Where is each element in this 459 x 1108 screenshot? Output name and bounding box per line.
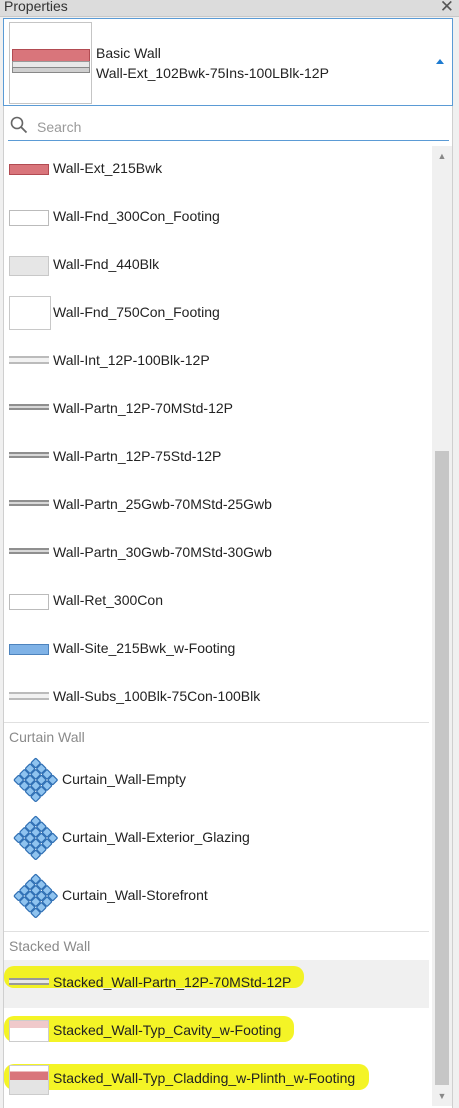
list-item[interactable]: Curtain_Wall-Storefront	[4, 867, 429, 925]
list-item-label: Curtain_Wall-Empty	[62, 771, 186, 787]
group-header-label: Stacked Wall	[9, 938, 91, 954]
list-item-label: Wall-Site_215Bwk_w-Footing	[53, 640, 236, 656]
list-item[interactable]: Wall-Partn_25Gwb-70MStd-25Gwb	[4, 482, 429, 530]
list-item-label: Wall-Int_12P-100Blk-12P	[53, 352, 210, 368]
list-item-label: Wall-Subs_100Blk-75Con-100Blk	[53, 688, 261, 704]
wall-type-swatch-icon	[9, 594, 49, 610]
list-item[interactable]: Wall-Partn_12P-70MStd-12P	[4, 386, 429, 434]
curtain-wall-icon	[12, 757, 58, 808]
wall-type-swatch-icon	[9, 500, 49, 506]
list-item-label: Curtain_Wall-Storefront	[62, 887, 208, 903]
list-item[interactable]: Stacked_Wall-Typ_Cladding_w-Plinth_w-Foo…	[4, 1056, 429, 1104]
type-name-label: Wall-Ext_102Bwk-75Ins-100LBlk-12P	[96, 65, 329, 81]
panel-title: Properties	[4, 0, 68, 14]
wall-type-swatch-icon	[9, 692, 49, 700]
list-item-label: Stacked_Wall-Typ_Cavity_w-Footing	[53, 1022, 282, 1038]
type-selector[interactable]: Basic Wall Wall-Ext_102Bwk-75Ins-100LBlk…	[3, 18, 453, 106]
type-family-label: Basic Wall	[96, 45, 161, 61]
vertical-scrollbar[interactable]: ▲ ▼	[432, 146, 452, 1106]
list-item-label: Curtain_Wall-Exterior_Glazing	[62, 829, 250, 845]
list-item-label: Wall-Partn_12P-70MStd-12P	[53, 400, 234, 416]
wall-type-swatch-icon	[9, 452, 49, 458]
wall-type-swatch-icon	[9, 644, 49, 655]
dropdown-arrow-icon[interactable]	[436, 59, 444, 64]
wall-type-swatch-icon	[9, 210, 49, 226]
list-item-label: Stacked_Wall-Partn_12P-70MStd-12P	[53, 974, 292, 990]
curtain-wall-icon	[12, 815, 58, 866]
list-item[interactable]: Wall-Ext_215Bwk	[4, 146, 429, 194]
list-item[interactable]: Wall-Fnd_300Con_Footing	[4, 194, 429, 242]
search-box	[8, 112, 449, 141]
list-item[interactable]: Wall-Partn_30Gwb-70MStd-30Gwb	[4, 530, 429, 578]
list-item-label: Wall-Ext_215Bwk	[53, 160, 163, 176]
group-header-stacked-wall: Stacked Wall	[4, 931, 429, 960]
wall-type-swatch-icon	[9, 356, 49, 364]
stacked-wall-swatch-icon	[9, 1065, 49, 1095]
list-item[interactable]: Wall-Fnd_750Con_Footing	[4, 290, 429, 338]
curtain-wall-icon	[12, 873, 58, 924]
wall-type-swatch-icon	[9, 164, 49, 175]
list-item-label: Stacked_Wall-Typ_Cladding_w-Plinth_w-Foo…	[53, 1070, 356, 1086]
list-item-label: Wall-Partn_30Gwb-70MStd-30Gwb	[53, 544, 272, 560]
panel-title-bar: Properties ✕	[0, 0, 459, 17]
wall-type-swatch-icon	[9, 548, 49, 554]
search-input[interactable]	[35, 116, 439, 138]
group-header-label: Curtain Wall	[9, 729, 85, 745]
list-item[interactable]: Wall-Int_12P-100Blk-12P	[4, 338, 429, 386]
list-item[interactable]: Wall-Subs_100Blk-75Con-100Blk	[4, 674, 429, 722]
list-item-label: Wall-Fnd_440Blk	[53, 256, 160, 272]
chevron-down-icon[interactable]: ▼	[432, 1086, 452, 1106]
list-item[interactable]: Wall-Fnd_440Blk	[4, 242, 429, 290]
close-icon[interactable]: ✕	[440, 0, 454, 17]
group-header-curtain-wall: Curtain Wall	[4, 722, 429, 751]
list-item[interactable]: Stacked_Wall-Typ_Cavity_w-Footing	[4, 1008, 429, 1056]
wall-type-preview-icon	[9, 22, 92, 104]
type-dropdown-list: Wall-Ext_215Bwk Wall-Fnd_300Con_Footing Wa…	[3, 106, 453, 1108]
chevron-up-icon[interactable]: ▲	[432, 146, 452, 166]
list-item[interactable]: Wall-Partn_12P-75Std-12P	[4, 434, 429, 482]
list-item-label: Wall-Partn_25Gwb-70MStd-25Gwb	[53, 496, 272, 512]
stacked-wall-swatch-icon	[9, 978, 49, 985]
list-item[interactable]: Wall-Ret_300Con	[4, 578, 429, 626]
list-item[interactable]: Curtain_Wall-Exterior_Glazing	[4, 809, 429, 867]
list-item-label: Wall-Partn_12P-75Std-12P	[53, 448, 222, 464]
wall-type-swatch-icon	[9, 256, 49, 276]
wall-type-swatch-icon	[9, 296, 51, 330]
list-item[interactable]: Curtain_Wall-Empty	[4, 751, 429, 809]
scrollbar-thumb[interactable]	[435, 451, 449, 1085]
list-item[interactable]: Wall-Site_215Bwk_w-Footing	[4, 626, 429, 674]
stacked-wall-swatch-icon	[9, 1020, 49, 1042]
search-icon	[10, 116, 28, 134]
list-item-label: Wall-Fnd_750Con_Footing	[53, 304, 220, 320]
list-item-label: Wall-Ret_300Con	[53, 592, 163, 608]
wall-type-swatch-icon	[9, 404, 49, 410]
type-list: Wall-Ext_215Bwk Wall-Fnd_300Con_Footing Wa…	[4, 146, 429, 1104]
list-item[interactable]: Stacked_Wall-Partn_12P-70MStd-12P	[4, 960, 429, 1008]
list-item-label: Wall-Fnd_300Con_Footing	[53, 208, 220, 224]
